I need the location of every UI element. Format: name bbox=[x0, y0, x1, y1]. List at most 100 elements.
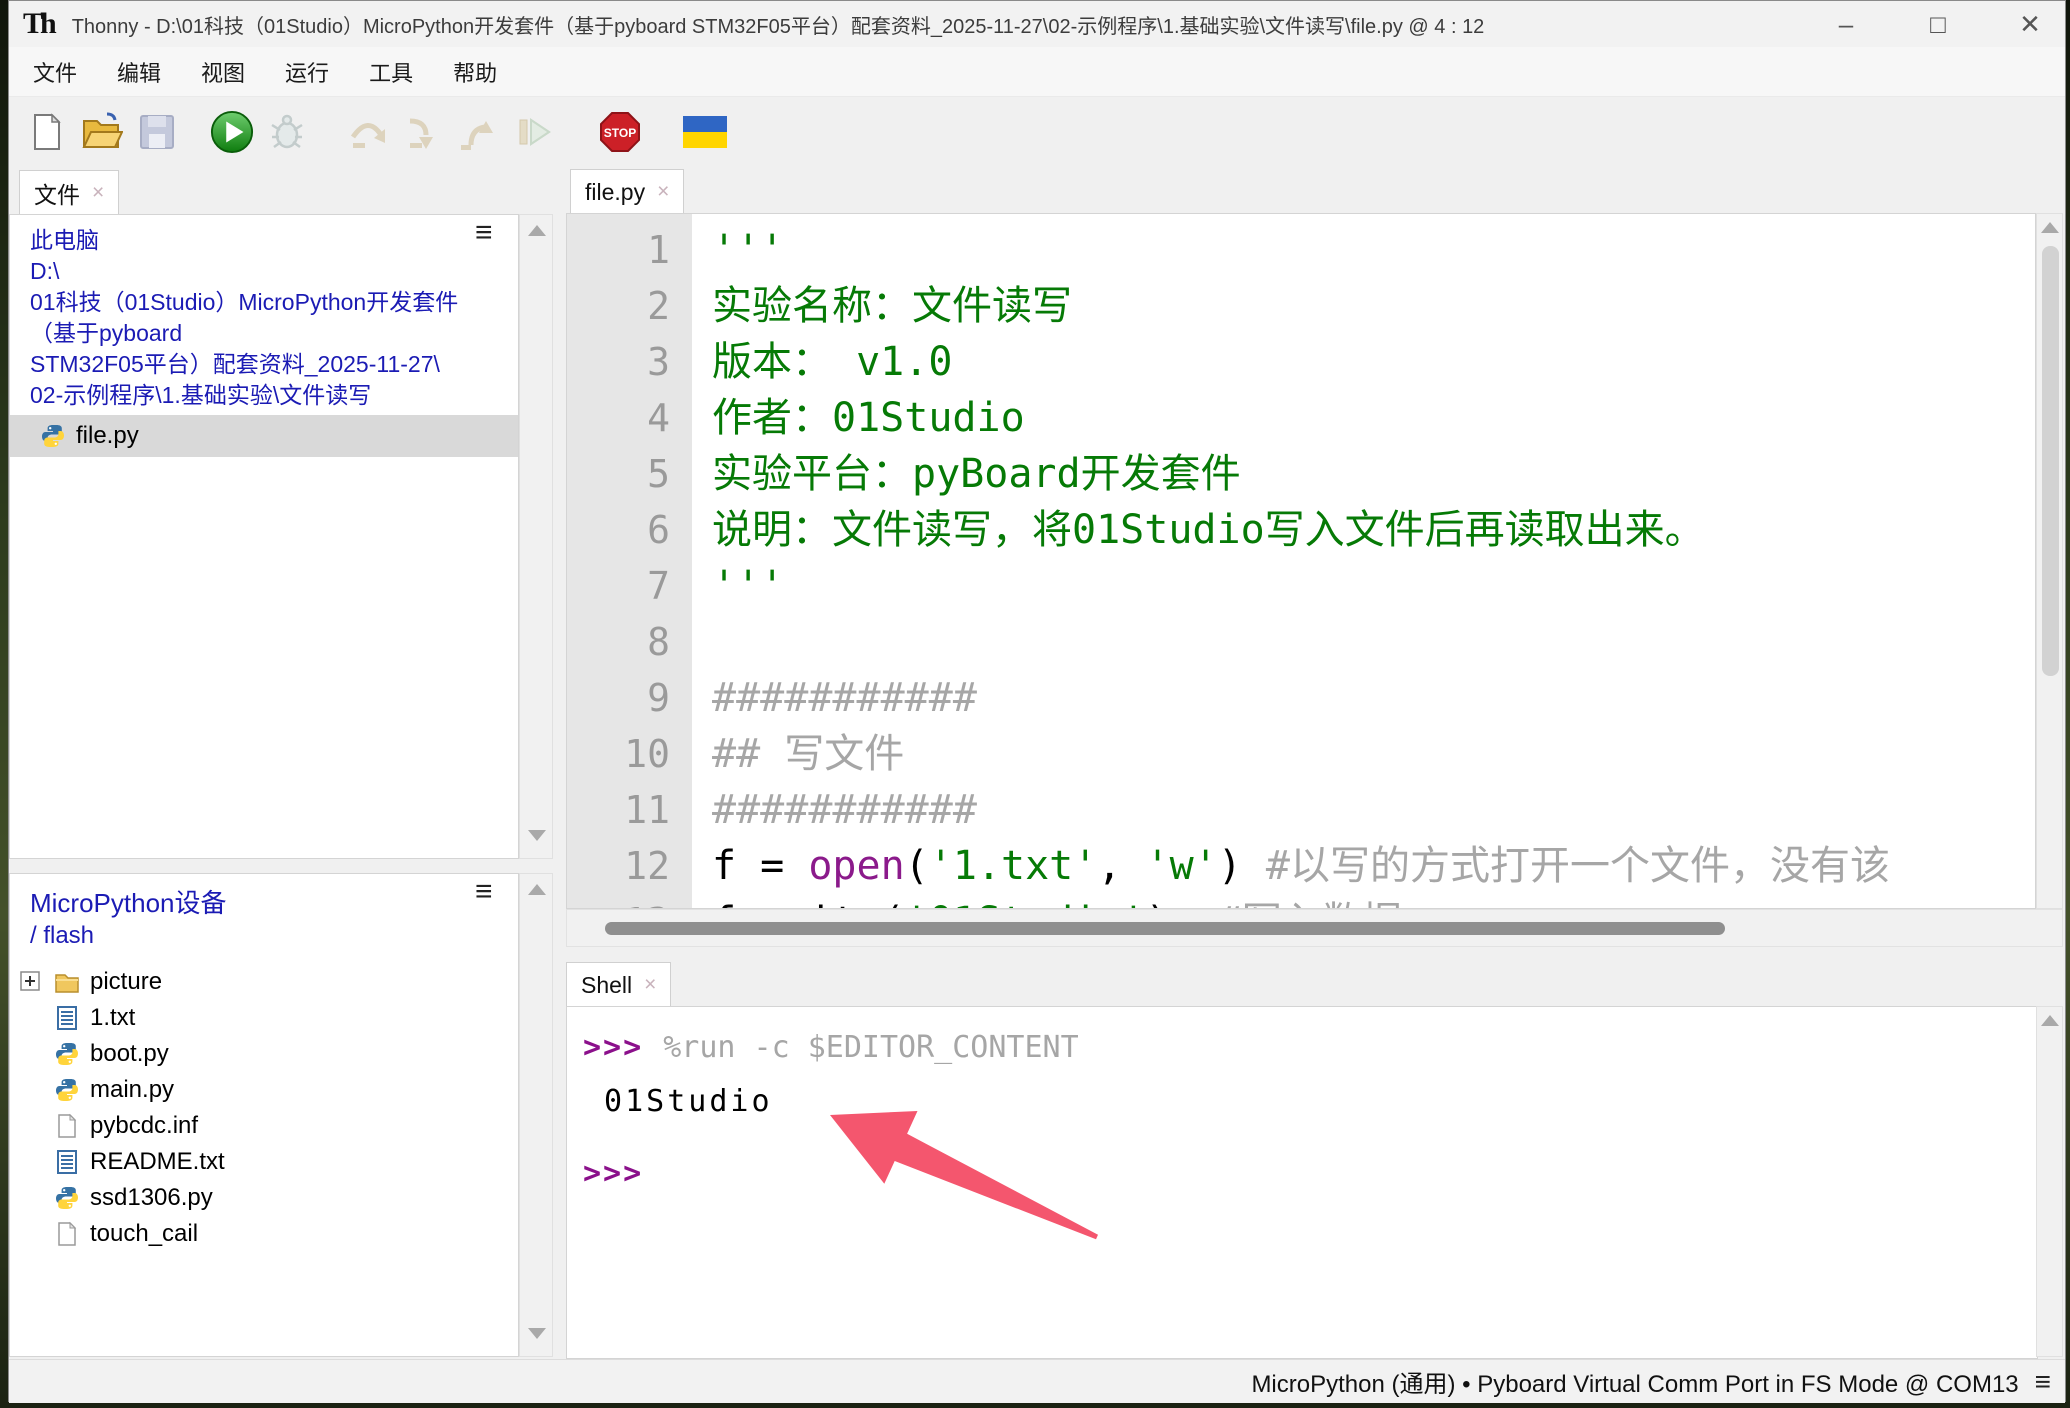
python-icon bbox=[54, 1041, 80, 1067]
editor-code-line: 4作者：01Studio bbox=[567, 390, 2035, 446]
tab-files[interactable]: 文件 × bbox=[19, 170, 119, 215]
device-panel-path: / flash bbox=[30, 920, 518, 952]
device-scrollbar[interactable] bbox=[519, 873, 553, 1357]
menu-item-文件[interactable]: 文件 bbox=[29, 54, 81, 90]
editor-code-line: 9########### bbox=[567, 670, 2035, 726]
status-menu-icon[interactable]: ≡ bbox=[2035, 1366, 2051, 1398]
files-panel-menu-icon[interactable]: ≡ bbox=[475, 220, 493, 246]
menu-item-编辑[interactable]: 编辑 bbox=[113, 54, 165, 90]
files-path-line[interactable]: D:\ bbox=[30, 256, 518, 287]
device-file-row[interactable]: boot.py bbox=[10, 1036, 518, 1072]
device-file-row[interactable]: main.py bbox=[10, 1072, 518, 1108]
editor-code-line: 7''' bbox=[567, 558, 2035, 614]
code-text: 版本： v1.0 bbox=[692, 339, 952, 385]
minimize-button[interactable]: – bbox=[1829, 9, 1863, 40]
scroll-down-icon[interactable] bbox=[528, 1328, 546, 1339]
code-editor[interactable]: 1'''2实验名称：文件读写3版本： v1.04作者：01Studio5实验平台… bbox=[566, 213, 2036, 909]
debug-icon bbox=[265, 110, 309, 154]
tab-shell-label: Shell bbox=[581, 972, 632, 999]
shell-panel[interactable]: >>> %run -c $EDITOR_CONTENT 01Studio>>> bbox=[566, 1006, 2038, 1359]
menu-item-运行[interactable]: 运行 bbox=[281, 54, 333, 90]
files-selected-row[interactable]: file.py bbox=[10, 415, 518, 457]
files-path-tree: 此电脑D:\01科技（01Studio）MicroPython开发套件（基于py… bbox=[10, 215, 518, 411]
menu-item-视图[interactable]: 视图 bbox=[197, 54, 249, 90]
device-file-name: pybcdc.inf bbox=[90, 1112, 198, 1140]
window-title: Thonny - D:\01科技（01Studio）MicroPython开发套… bbox=[72, 10, 1485, 39]
menu-item-帮助[interactable]: 帮助 bbox=[449, 54, 501, 90]
new-file-icon[interactable] bbox=[25, 110, 69, 154]
resume-icon bbox=[511, 110, 555, 154]
editor-code-line: 3版本： v1.0 bbox=[567, 334, 2035, 390]
files-path-line[interactable]: 02-示例程序\1.基础实验\文件读写 bbox=[30, 380, 518, 411]
status-text: MicroPython (通用) • Pyboard Virtual Comm … bbox=[1251, 1364, 2018, 1399]
tab-editor-file[interactable]: file.py × bbox=[570, 169, 684, 214]
tree-expander-icon[interactable] bbox=[20, 971, 42, 993]
device-file-row[interactable]: picture bbox=[10, 964, 518, 1000]
tab-editor-label: file.py bbox=[585, 179, 645, 206]
line-number: 7 bbox=[567, 558, 692, 614]
text-icon bbox=[54, 1005, 80, 1031]
editor-scrollbar-thumb[interactable] bbox=[2042, 246, 2059, 676]
device-file-row[interactable]: touch_cail bbox=[10, 1216, 518, 1252]
step-into-icon bbox=[401, 110, 445, 154]
line-number: 10 bbox=[567, 726, 692, 782]
maximize-button[interactable]: □ bbox=[1921, 9, 1955, 40]
folder-icon bbox=[54, 969, 80, 995]
file-icon bbox=[54, 1113, 80, 1139]
ukraine-flag-icon[interactable] bbox=[683, 110, 727, 154]
line-number: 2 bbox=[567, 278, 692, 334]
code-text: ########### bbox=[692, 787, 977, 833]
run-icon[interactable] bbox=[210, 110, 254, 154]
device-file-name: ssd1306.py bbox=[90, 1184, 213, 1212]
device-panel-menu-icon[interactable]: ≡ bbox=[475, 879, 493, 905]
device-file-name: main.py bbox=[90, 1076, 174, 1104]
device-file-list: picture1.txtboot.py main.py pybcdc.inf READ… bbox=[10, 964, 518, 1252]
thonny-window: Th Thonny - D:\01科技（01Studio）MicroPython… bbox=[8, 0, 2066, 1402]
tab-files-close-icon[interactable]: × bbox=[92, 181, 104, 205]
open-folder-icon[interactable] bbox=[80, 110, 124, 154]
files-path-line[interactable]: 此电脑 bbox=[30, 225, 518, 256]
thonny-app-icon: Th bbox=[23, 7, 54, 41]
editor-code-line: 8 bbox=[567, 614, 2035, 670]
editor-code-line: 6说明：文件读写，将01Studio写入文件后再读取出来。 bbox=[567, 502, 2035, 558]
code-text: f = open('1.txt', 'w') #以写的方式打开一个文件，没有该 bbox=[692, 843, 1890, 889]
tab-shell-close-icon[interactable]: × bbox=[644, 973, 656, 997]
editor-vertical-scrollbar[interactable] bbox=[2036, 213, 2063, 909]
device-file-row[interactable]: ssd1306.py bbox=[10, 1180, 518, 1216]
editor-code-line: 12f = open('1.txt', 'w') #以写的方式打开一个文件，没有… bbox=[567, 838, 2035, 894]
device-file-name: README.txt bbox=[90, 1148, 225, 1176]
editor-horizontal-scrollbar[interactable] bbox=[566, 909, 2063, 947]
scroll-down-icon[interactable] bbox=[528, 830, 546, 841]
device-file-name: touch_cail bbox=[90, 1220, 198, 1248]
editor-hscrollbar-thumb[interactable] bbox=[605, 922, 1725, 935]
code-text: ########### bbox=[692, 675, 977, 721]
toolbar: STOP bbox=[9, 97, 2065, 167]
device-file-row[interactable]: 1.txt bbox=[10, 1000, 518, 1036]
tab-editor-close-icon[interactable]: × bbox=[657, 180, 669, 204]
step-over-icon bbox=[346, 110, 390, 154]
stop-icon[interactable]: STOP bbox=[598, 110, 642, 154]
code-text: f.write('01Studio') #写入数据 bbox=[692, 899, 1402, 909]
files-path-line[interactable]: （基于pyboard bbox=[30, 318, 518, 349]
title-bar: Th Thonny - D:\01科技（01Studio）MicroPython… bbox=[9, 1, 2065, 47]
line-number: 1 bbox=[567, 222, 692, 278]
code-text: ''' bbox=[692, 227, 784, 273]
scroll-up-icon[interactable] bbox=[528, 225, 546, 236]
files-path-line[interactable]: STM32F05平台）配套资料_2025-11-27\ bbox=[30, 349, 518, 380]
tab-shell[interactable]: Shell × bbox=[566, 962, 671, 1007]
scroll-up-icon[interactable] bbox=[2041, 222, 2059, 233]
line-number: 6 bbox=[567, 502, 692, 558]
close-button[interactable]: ✕ bbox=[2013, 9, 2047, 40]
files-scrollbar[interactable] bbox=[519, 214, 553, 859]
shell-scrollbar[interactable] bbox=[2036, 1006, 2063, 1357]
scroll-up-icon[interactable] bbox=[528, 884, 546, 895]
device-file-row[interactable]: pybcdc.inf bbox=[10, 1108, 518, 1144]
step-out-icon bbox=[456, 110, 500, 154]
files-path-line[interactable]: 01科技（01Studio）MicroPython开发套件 bbox=[30, 287, 518, 318]
line-number: 4 bbox=[567, 390, 692, 446]
device-file-row[interactable]: README.txt bbox=[10, 1144, 518, 1180]
device-panel-header: MicroPython设备 / flash bbox=[10, 874, 518, 952]
menu-item-工具[interactable]: 工具 bbox=[365, 54, 417, 90]
tab-files-label: 文件 bbox=[34, 176, 80, 210]
scroll-up-icon[interactable] bbox=[2041, 1015, 2059, 1026]
